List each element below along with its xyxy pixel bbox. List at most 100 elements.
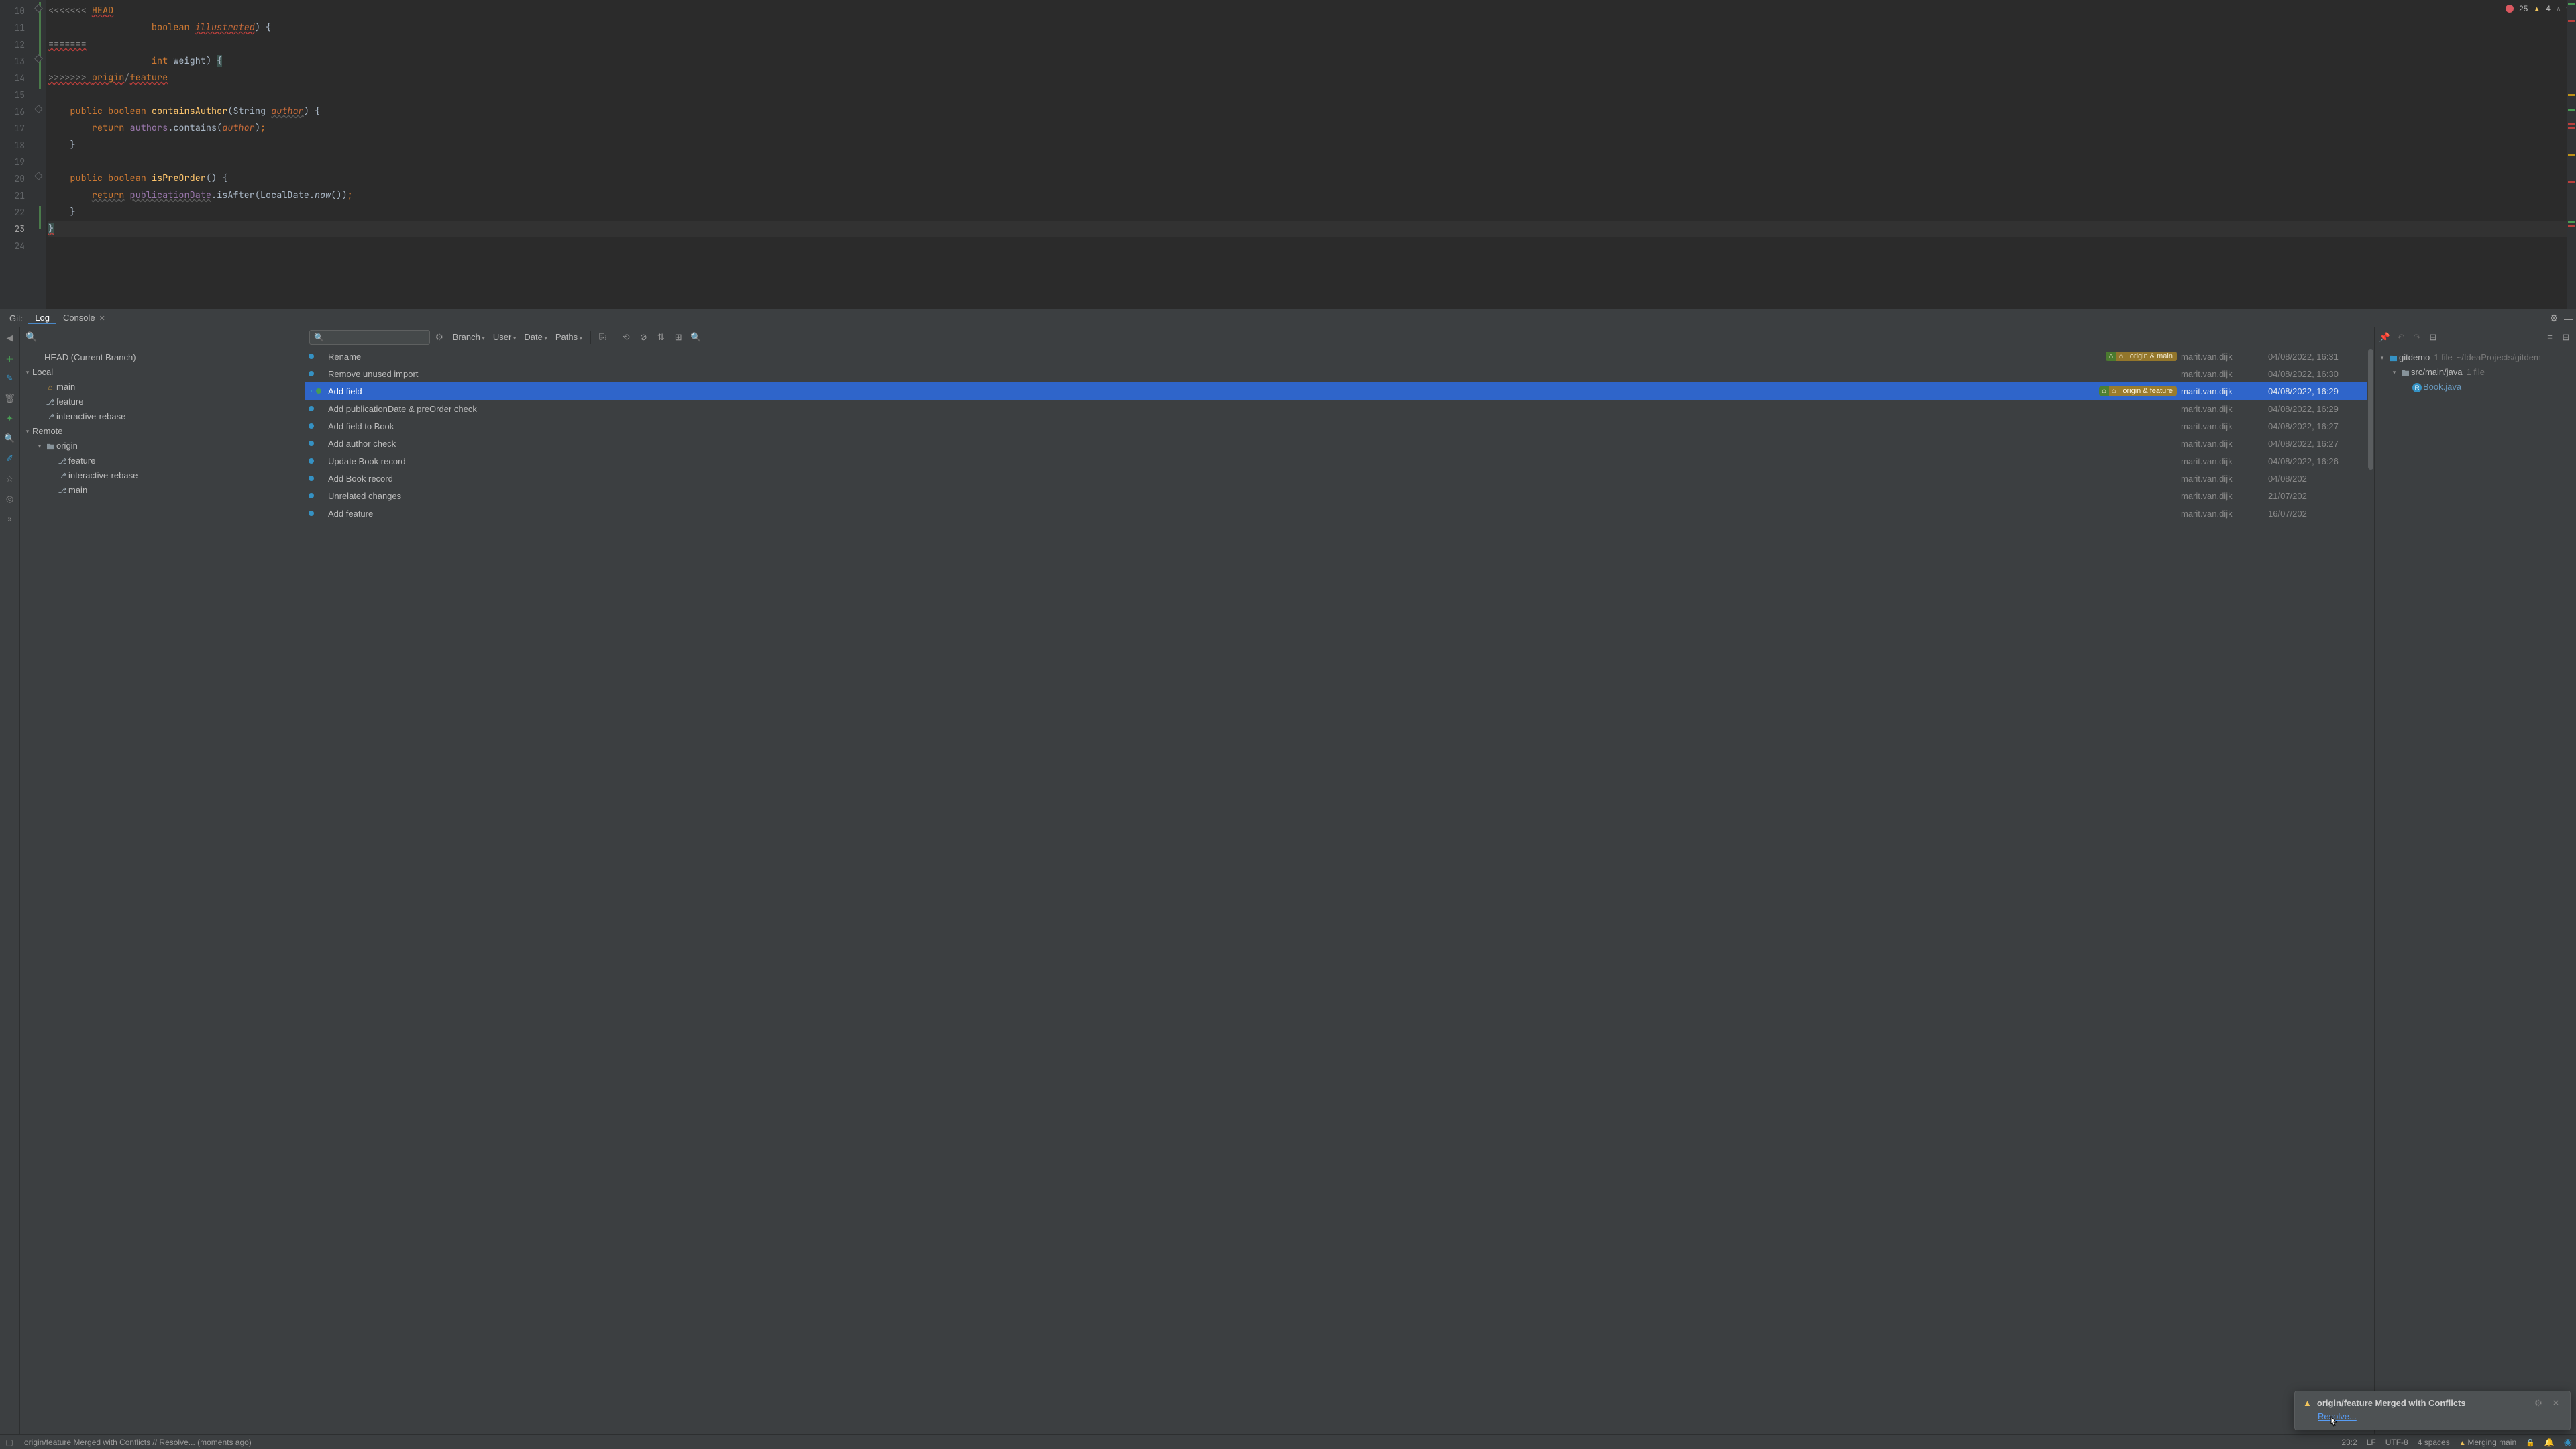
- expand-icon[interactable]: ≡: [2542, 332, 2557, 342]
- commit-row[interactable]: Rename⌂⌂origin & mainmarit.van.dijk04/08…: [305, 347, 2374, 365]
- branch-tree-item[interactable]: ▾ Remote: [20, 424, 305, 439]
- code-line[interactable]: <<<<<<< HEAD: [48, 3, 2576, 19]
- commit-search-input[interactable]: 🔍: [309, 330, 430, 345]
- redo-icon[interactable]: ↷: [2410, 332, 2424, 343]
- toolwindow-toggle-icon[interactable]: ▢: [4, 1438, 15, 1447]
- branch-icon: [56, 483, 68, 498]
- notification-close-icon[interactable]: ✕: [2550, 1398, 2562, 1409]
- merge-status[interactable]: Merging main: [2459, 1438, 2516, 1447]
- code-line[interactable]: [48, 154, 2576, 170]
- branch-tree-item[interactable]: interactive-rebase: [20, 409, 305, 424]
- commit-row[interactable]: Update Book recordmarit.van.dijk04/08/20…: [305, 452, 2374, 470]
- target-icon[interactable]: ◎: [3, 492, 17, 506]
- readonly-lock-icon[interactable]: [2526, 1438, 2535, 1447]
- delete-icon[interactable]: 🗑: [3, 392, 17, 405]
- changes-folder[interactable]: ▾ src/main/java 1 file: [2375, 365, 2576, 380]
- collapse2-icon[interactable]: ⊟: [2559, 332, 2573, 343]
- line-number: 15: [0, 87, 37, 103]
- filter-branch[interactable]: Branch: [449, 332, 489, 342]
- code-area[interactable]: <<<<<<< HEAD boolean illustrated) {=====…: [46, 0, 2576, 309]
- new-icon[interactable]: ✦: [3, 412, 17, 425]
- cherry-pick-icon[interactable]: ⊘: [636, 332, 651, 343]
- branch-tree-item[interactable]: ▾ origin: [20, 439, 305, 453]
- filter-paths[interactable]: Paths: [551, 332, 586, 342]
- line-separator[interactable]: LF: [2367, 1438, 2376, 1447]
- filter-gear-icon[interactable]: ⚙: [433, 332, 446, 343]
- close-tab-icon[interactable]: ✕: [99, 315, 105, 323]
- branch-tree[interactable]: HEAD (Current Branch)▾ Local main featur…: [20, 347, 305, 1434]
- code-line[interactable]: }: [48, 221, 2576, 237]
- branch-tree-item[interactable]: main: [20, 380, 305, 394]
- code-line[interactable]: boolean illustrated) {: [48, 19, 2576, 36]
- star-icon[interactable]: ☆: [3, 472, 17, 486]
- code-line[interactable]: int weight) {: [48, 53, 2576, 70]
- edit2-icon[interactable]: ✐: [3, 452, 17, 466]
- pin-icon[interactable]: 📌: [2377, 332, 2392, 343]
- changes-file[interactable]: Book.java: [2375, 380, 2576, 394]
- notifications-icon[interactable]: 🔔: [2544, 1438, 2555, 1447]
- branch-tree-item[interactable]: feature: [20, 453, 305, 468]
- changes-tree[interactable]: ▾ gitdemo 1 file ~/IdeaProjects/gitdem ▾…: [2375, 347, 2576, 1434]
- process-indicator-icon[interactable]: ◉: [2564, 1436, 2572, 1448]
- indent-info[interactable]: 4 spaces: [2418, 1438, 2450, 1447]
- code-line[interactable]: =======: [48, 36, 2576, 53]
- more-icon[interactable]: »: [7, 515, 11, 523]
- commit-row[interactable]: Add featuremarit.van.dijk16/07/202: [305, 504, 2374, 522]
- minimize-icon[interactable]: —: [2561, 313, 2576, 324]
- commit-row[interactable]: Add field⌂⌂origin & featuremarit.van.dij…: [305, 382, 2374, 400]
- commit-row[interactable]: Add Book recordmarit.van.dijk04/08/202: [305, 470, 2374, 487]
- commit-row[interactable]: Add field to Bookmarit.van.dijk04/08/202…: [305, 417, 2374, 435]
- code-line[interactable]: [48, 237, 2576, 254]
- git-tab-console[interactable]: Console✕: [56, 313, 112, 323]
- collapse-icon[interactable]: ⊞: [671, 332, 686, 343]
- code-line[interactable]: public boolean containsAuthor(String aut…: [48, 103, 2576, 120]
- filter-user[interactable]: User: [489, 332, 520, 342]
- add-branch-icon[interactable]: ＋: [3, 352, 17, 365]
- edit-icon[interactable]: ✎: [3, 372, 17, 385]
- line-number: 20: [0, 170, 37, 187]
- code-line[interactable]: return publicationDate.isAfter(LocalDate…: [48, 187, 2576, 204]
- sort-icon[interactable]: ⇅: [653, 332, 668, 343]
- branch-tree-item[interactable]: feature: [20, 394, 305, 409]
- ref-badge: ⌂⌂origin & main: [2106, 352, 2177, 361]
- code-line[interactable]: public boolean isPreOrder() {: [48, 170, 2576, 187]
- tag-icon: [44, 380, 56, 395]
- branch-search-bar[interactable]: 🔍: [20, 327, 305, 347]
- git-tab-log[interactable]: Log: [28, 313, 56, 324]
- line-number: 24: [0, 237, 37, 254]
- commit-row[interactable]: Unrelated changesmarit.van.dijk21/07/202: [305, 487, 2374, 504]
- branch-icon: [56, 453, 68, 469]
- code-line[interactable]: }: [48, 204, 2576, 221]
- code-line[interactable]: }: [48, 137, 2576, 154]
- filter-date[interactable]: Date: [520, 332, 551, 342]
- undo-icon[interactable]: ↶: [2394, 332, 2408, 343]
- file-encoding[interactable]: UTF-8: [2385, 1438, 2408, 1447]
- intellisort-icon[interactable]: ⎘: [595, 332, 610, 343]
- commit-row[interactable]: Add publicationDate & preOrder checkmari…: [305, 400, 2374, 417]
- branch-tree-item[interactable]: interactive-rebase: [20, 468, 305, 483]
- caret-position[interactable]: 23:2: [2341, 1438, 2357, 1447]
- search-icon[interactable]: 🔍: [3, 432, 17, 445]
- back-icon[interactable]: ◀: [3, 331, 17, 345]
- code-line[interactable]: [48, 87, 2576, 103]
- changes-root[interactable]: ▾ gitdemo 1 file ~/IdeaProjects/gitdem: [2375, 350, 2576, 365]
- commit-scrollbar[interactable]: [2367, 347, 2374, 1434]
- branch-tree-item[interactable]: main: [20, 483, 305, 498]
- nav-up-icon[interactable]: ∧: [2556, 5, 2560, 13]
- gear-icon[interactable]: ⚙: [2546, 313, 2561, 324]
- commit-list[interactable]: Rename⌂⌂origin & mainmarit.van.dijk04/08…: [305, 347, 2374, 1434]
- find-commit-icon[interactable]: 🔍: [688, 332, 703, 343]
- commit-row[interactable]: Add author checkmarit.van.dijk04/08/2022…: [305, 435, 2374, 452]
- refresh-icon[interactable]: ⟲: [619, 332, 633, 343]
- line-number: 19: [0, 154, 37, 170]
- code-line[interactable]: >>>>>>> origin/feature: [48, 70, 2576, 87]
- code-line[interactable]: return authors.contains(author);: [48, 120, 2576, 137]
- commit-row[interactable]: Remove unused importmarit.van.dijk04/08/…: [305, 365, 2374, 382]
- group-icon[interactable]: ⊟: [2426, 332, 2440, 343]
- resolve-link[interactable]: Resolve...: [2318, 1411, 2357, 1421]
- branch-tree-item[interactable]: HEAD (Current Branch): [20, 350, 305, 365]
- inspection-widget[interactable]: 25 4 ∧ ∨: [2506, 4, 2569, 13]
- branch-tree-item[interactable]: ▾ Local: [20, 365, 305, 380]
- notification-gear-icon[interactable]: ⚙: [2532, 1398, 2544, 1409]
- error-stripe[interactable]: [2567, 0, 2576, 309]
